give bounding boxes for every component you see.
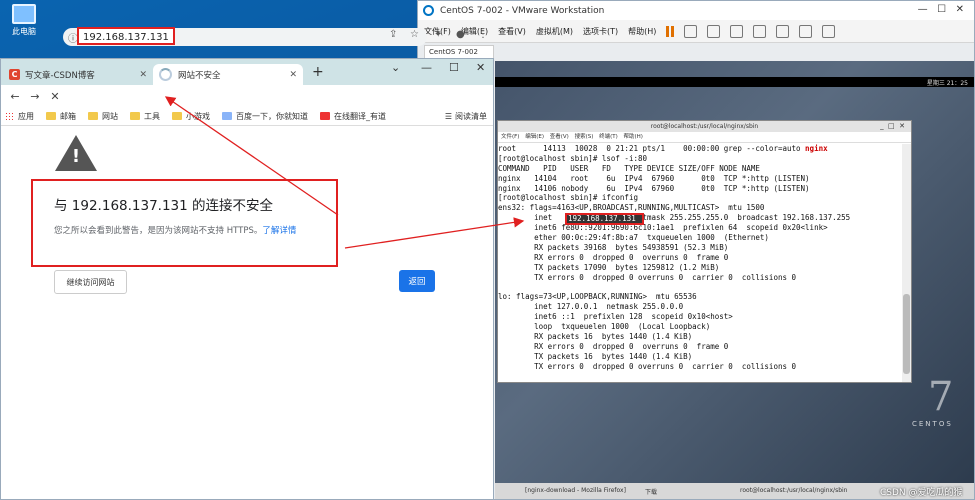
arrow-to-url bbox=[164, 96, 339, 216]
annotation-arrows bbox=[164, 96, 525, 249]
arrow-to-ip bbox=[344, 217, 525, 249]
